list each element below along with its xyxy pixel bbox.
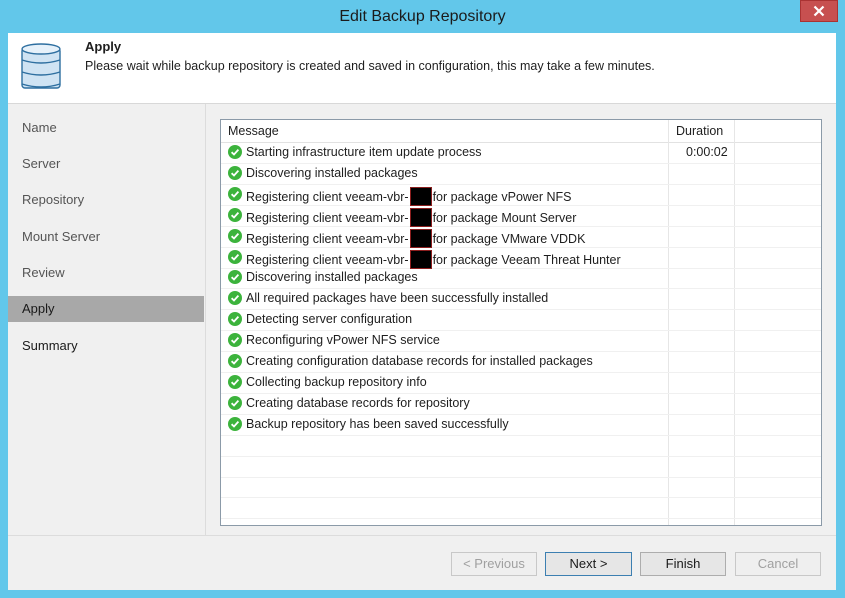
- success-check-icon: [228, 228, 242, 246]
- log-message: Discovering installed packages: [246, 165, 418, 180]
- log-message-suffix: for package Veeam Threat Hunter: [432, 252, 621, 267]
- log-message-prefix: Registering client veeam-vbr-: [246, 189, 409, 204]
- empty-row: [221, 435, 821, 457]
- close-icon: [813, 5, 825, 17]
- finish-button[interactable]: Finish: [640, 552, 726, 576]
- success-check-icon: [228, 145, 242, 162]
- success-check-icon: [228, 249, 242, 267]
- footer-divider: [8, 535, 836, 536]
- step-description: Please wait while backup repository is c…: [85, 59, 655, 73]
- edit-backup-repository-window: Edit Backup Repository Apply Please wait…: [0, 0, 845, 598]
- success-check-icon: [228, 374, 242, 392]
- empty-row: [221, 476, 821, 499]
- step-title: Apply: [85, 39, 122, 54]
- log-message-suffix: for package Mount Server: [432, 210, 577, 225]
- log-message: Registering client veeam-vbr-for package…: [246, 186, 572, 206]
- table-row[interactable]: Registering client veeam-vbr-for package…: [221, 205, 821, 227]
- table-row[interactable]: Creating database records for repository: [221, 393, 821, 415]
- nav-item-review[interactable]: Review: [8, 260, 204, 286]
- next-button[interactable]: Next >: [545, 552, 632, 576]
- log-message: Collecting backup repository info: [246, 374, 427, 389]
- log-message: Registering client veeam-vbr-for package…: [246, 228, 586, 248]
- log-duration: 0:00:02: [686, 145, 728, 159]
- nav-item-server[interactable]: Server: [8, 151, 204, 177]
- redacted-hostname: [409, 207, 432, 227]
- log-message: Detecting server configuration: [246, 312, 413, 327]
- log-message: Starting infrastructure item update proc…: [246, 145, 482, 159]
- table-row[interactable]: Registering client veeam-vbr-for package…: [221, 184, 821, 206]
- log-message-suffix: for package VMware VDDK: [432, 231, 586, 246]
- success-check-icon: [228, 186, 242, 204]
- log-message-prefix: Registering client veeam-vbr-: [246, 210, 409, 225]
- wizard-body: Apply Please wait while backup repositor…: [8, 33, 836, 590]
- cancel-button[interactable]: Cancel: [735, 552, 821, 576]
- log-message: Creating database records for repository: [246, 395, 470, 410]
- success-check-icon: [228, 312, 242, 329]
- log-message: Registering client veeam-vbr-for package…: [246, 249, 621, 269]
- title-bar[interactable]: Edit Backup Repository: [0, 0, 845, 33]
- table-row[interactable]: Discovering installed packages: [221, 163, 821, 185]
- success-check-icon: [228, 207, 242, 225]
- table-row[interactable]: Backup repository has been saved success…: [221, 414, 821, 436]
- redacted-hostname: [409, 249, 432, 269]
- table-row[interactable]: Reconfiguring vPower NFS service: [221, 330, 821, 353]
- wizard-header: Apply Please wait while backup repositor…: [8, 33, 836, 104]
- success-check-icon: [228, 333, 242, 350]
- column-header-message[interactable]: Message: [228, 124, 279, 138]
- database-icon: [20, 43, 62, 96]
- table-row[interactable]: Registering client veeam-vbr-for package…: [221, 226, 821, 248]
- empty-row: [221, 497, 821, 520]
- success-check-icon: [228, 395, 242, 413]
- wizard-steps: Name Server Repository Mount Server Revi…: [8, 104, 206, 535]
- nav-item-mount-server[interactable]: Mount Server: [8, 224, 204, 250]
- redacted-hostname: [409, 186, 432, 206]
- previous-button[interactable]: < Previous: [451, 552, 537, 576]
- success-check-icon: [228, 291, 242, 308]
- column-header-duration[interactable]: Duration: [676, 124, 723, 138]
- nav-item-summary[interactable]: Summary: [8, 333, 204, 359]
- table-row[interactable]: Starting infrastructure item update proc…: [221, 142, 821, 164]
- table-row[interactable]: Registering client veeam-vbr-for package…: [221, 247, 821, 269]
- empty-row: [221, 456, 821, 478]
- success-check-icon: [228, 270, 242, 287]
- log-grid[interactable]: Message Duration Starting infrastructure…: [220, 119, 822, 526]
- close-button[interactable]: [800, 0, 838, 22]
- log-grid-header: Message Duration: [221, 120, 821, 143]
- log-message: Registering client veeam-vbr-for package…: [246, 207, 577, 227]
- table-row[interactable]: Detecting server configuration: [221, 309, 821, 332]
- redacted-hostname: [409, 228, 432, 248]
- nav-item-apply[interactable]: Apply: [8, 296, 204, 322]
- nav-item-name[interactable]: Name: [8, 115, 204, 141]
- log-message: Discovering installed packages: [246, 270, 418, 285]
- log-message-prefix: Registering client veeam-vbr-: [246, 231, 409, 246]
- nav-item-repository[interactable]: Repository: [8, 187, 204, 213]
- log-message-suffix: for package vPower NFS: [432, 189, 572, 204]
- table-row[interactable]: Creating configuration database records …: [221, 351, 821, 373]
- table-row[interactable]: Discovering installed packages: [221, 267, 821, 290]
- success-check-icon: [228, 354, 242, 371]
- success-check-icon: [228, 416, 242, 434]
- window-title: Edit Backup Repository: [339, 8, 506, 25]
- log-message: Creating configuration database records …: [246, 354, 593, 368]
- success-check-icon: [228, 165, 242, 183]
- log-message-prefix: Registering client veeam-vbr-: [246, 252, 409, 267]
- log-message: All required packages have been successf…: [246, 291, 549, 306]
- table-row[interactable]: Collecting backup repository info: [221, 372, 821, 394]
- table-row[interactable]: All required packages have been successf…: [221, 288, 821, 311]
- log-message: Reconfiguring vPower NFS service: [246, 333, 440, 348]
- log-message: Backup repository has been saved success…: [246, 416, 509, 431]
